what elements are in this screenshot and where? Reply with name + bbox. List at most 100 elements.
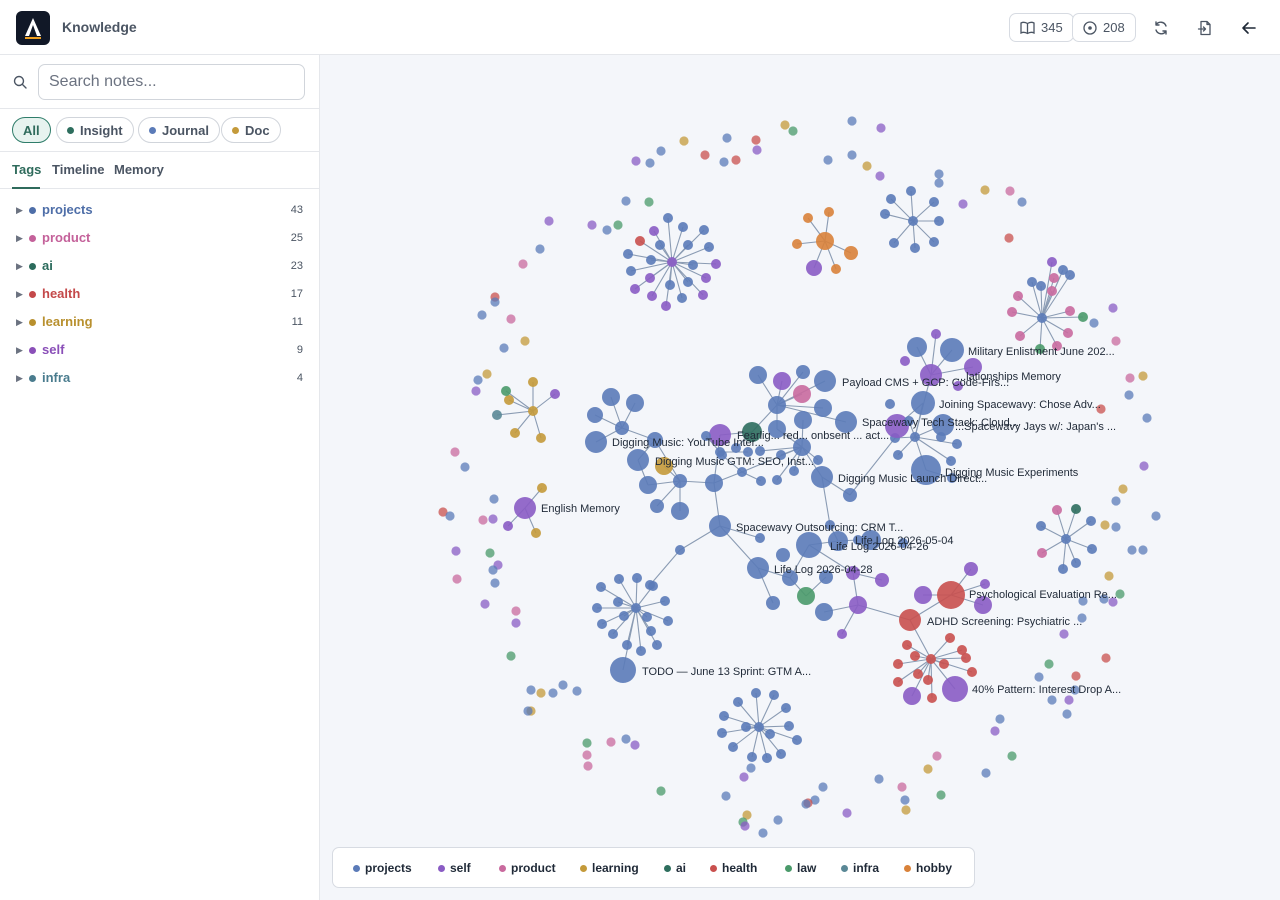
graph-node[interactable]: [606, 737, 616, 747]
graph-node[interactable]: [528, 406, 538, 416]
graph-node[interactable]: [526, 685, 536, 695]
graph-node[interactable]: [1087, 544, 1097, 554]
graph-node[interactable]: [765, 729, 775, 739]
graph-node[interactable]: [1013, 291, 1023, 301]
tag-item-learning[interactable]: ▶ learning 11: [0, 311, 319, 335]
graph-node[interactable]: [1007, 751, 1017, 761]
graph-node[interactable]: [990, 726, 1000, 736]
graph-node[interactable]: [614, 574, 624, 584]
graph-node[interactable]: [656, 786, 666, 796]
refresh-button[interactable]: [1146, 13, 1176, 43]
graph-node[interactable]: [675, 545, 685, 555]
graph-node[interactable]: [1101, 653, 1111, 663]
graph-node[interactable]: [520, 336, 530, 346]
graph-node[interactable]: [673, 474, 687, 488]
graph-node[interactable]: [582, 750, 592, 760]
graph-node[interactable]: [678, 222, 688, 232]
graph-node[interactable]: [1142, 413, 1152, 423]
app-logo[interactable]: [16, 11, 50, 45]
graph-node[interactable]: [488, 514, 498, 524]
graph-node[interactable]: [772, 475, 782, 485]
tab-timeline[interactable]: Timeline: [52, 162, 105, 177]
graph-node[interactable]: [733, 697, 743, 707]
graph-node[interactable]: [995, 714, 1005, 724]
tag-item-health[interactable]: ▶ health 17: [0, 283, 319, 307]
graph-node[interactable]: [621, 196, 631, 206]
graph-node[interactable]: [506, 651, 516, 661]
graph-node[interactable]: [1139, 461, 1149, 471]
graph-node[interactable]: [536, 688, 546, 698]
graph-node[interactable]: [929, 197, 939, 207]
graph-node[interactable]: [939, 659, 949, 669]
graph-node[interactable]: [704, 242, 714, 252]
graph-node[interactable]: [831, 264, 841, 274]
graph-node[interactable]: [806, 260, 822, 276]
graph-node[interactable]: [794, 411, 812, 429]
graph-node[interactable]: [626, 394, 644, 412]
graph-node[interactable]: [499, 343, 509, 353]
graph-node[interactable]: [1044, 659, 1054, 669]
graph-node[interactable]: [717, 728, 727, 738]
graph-node[interactable]: [1036, 281, 1046, 291]
graph-node[interactable]: [902, 640, 912, 650]
graph-node[interactable]: [766, 596, 780, 610]
graph-node[interactable]: [889, 238, 899, 248]
graph-node[interactable]: [923, 675, 933, 685]
graph-node[interactable]: [514, 497, 536, 519]
graph-node[interactable]: [572, 686, 582, 696]
graph-node[interactable]: [650, 499, 664, 513]
graph-node[interactable]: [1065, 306, 1075, 316]
expand-caret-icon[interactable]: ▶: [16, 317, 23, 328]
graph-node[interactable]: [952, 439, 962, 449]
graph-node[interactable]: [1111, 496, 1121, 506]
graph-node[interactable]: [844, 246, 858, 260]
graph-node[interactable]: [646, 255, 656, 265]
legend-item-product[interactable]: product: [499, 861, 556, 875]
graph-node[interactable]: [531, 528, 541, 538]
graph-node[interactable]: [893, 450, 903, 460]
tag-item-infra[interactable]: ▶ infra 4: [0, 367, 319, 391]
import-button[interactable]: [1190, 13, 1220, 43]
graph-node[interactable]: [906, 186, 916, 196]
graph-node[interactable]: [587, 407, 603, 423]
graph-node[interactable]: [1047, 286, 1057, 296]
graph-node[interactable]: [1064, 695, 1074, 705]
graph-node[interactable]: [913, 669, 923, 679]
graph-node[interactable]: [964, 562, 978, 576]
graph-node[interactable]: [796, 532, 822, 558]
graph-node[interactable]: [747, 752, 757, 762]
graph-node[interactable]: [758, 828, 768, 838]
graph-node[interactable]: [1071, 671, 1081, 681]
graph-node[interactable]: [649, 226, 659, 236]
graph-node[interactable]: [683, 240, 693, 250]
graph-node[interactable]: [1027, 277, 1037, 287]
graph-node[interactable]: [608, 629, 618, 639]
graph-node[interactable]: [1138, 545, 1148, 555]
legend-item-law[interactable]: law: [785, 861, 816, 875]
graph-node[interactable]: [815, 603, 833, 621]
graph-node[interactable]: [558, 680, 568, 690]
graph-node[interactable]: [1049, 273, 1059, 283]
graph-node[interactable]: [645, 580, 655, 590]
graph-node[interactable]: [847, 116, 857, 126]
graph-node[interactable]: [677, 293, 687, 303]
back-button[interactable]: [1234, 13, 1264, 43]
graph-node[interactable]: [1047, 257, 1057, 267]
graph-node[interactable]: [1059, 629, 1069, 639]
graph-node[interactable]: [663, 616, 673, 626]
graph-node[interactable]: [544, 216, 554, 226]
graph-node[interactable]: [701, 273, 711, 283]
graph-node[interactable]: [482, 369, 492, 379]
graph-node[interactable]: [946, 456, 956, 466]
graph-node[interactable]: [886, 194, 896, 204]
graph-node[interactable]: [811, 466, 833, 488]
graph-node[interactable]: [679, 136, 689, 146]
expand-caret-icon[interactable]: ▶: [16, 205, 23, 216]
graph-node[interactable]: [1078, 312, 1088, 322]
expand-caret-icon[interactable]: ▶: [16, 289, 23, 300]
expand-caret-icon[interactable]: ▶: [16, 233, 23, 244]
graph-node[interactable]: [711, 259, 721, 269]
graph-node[interactable]: [504, 395, 514, 405]
graph-node[interactable]: [1015, 331, 1025, 341]
graph-node[interactable]: [910, 432, 920, 442]
